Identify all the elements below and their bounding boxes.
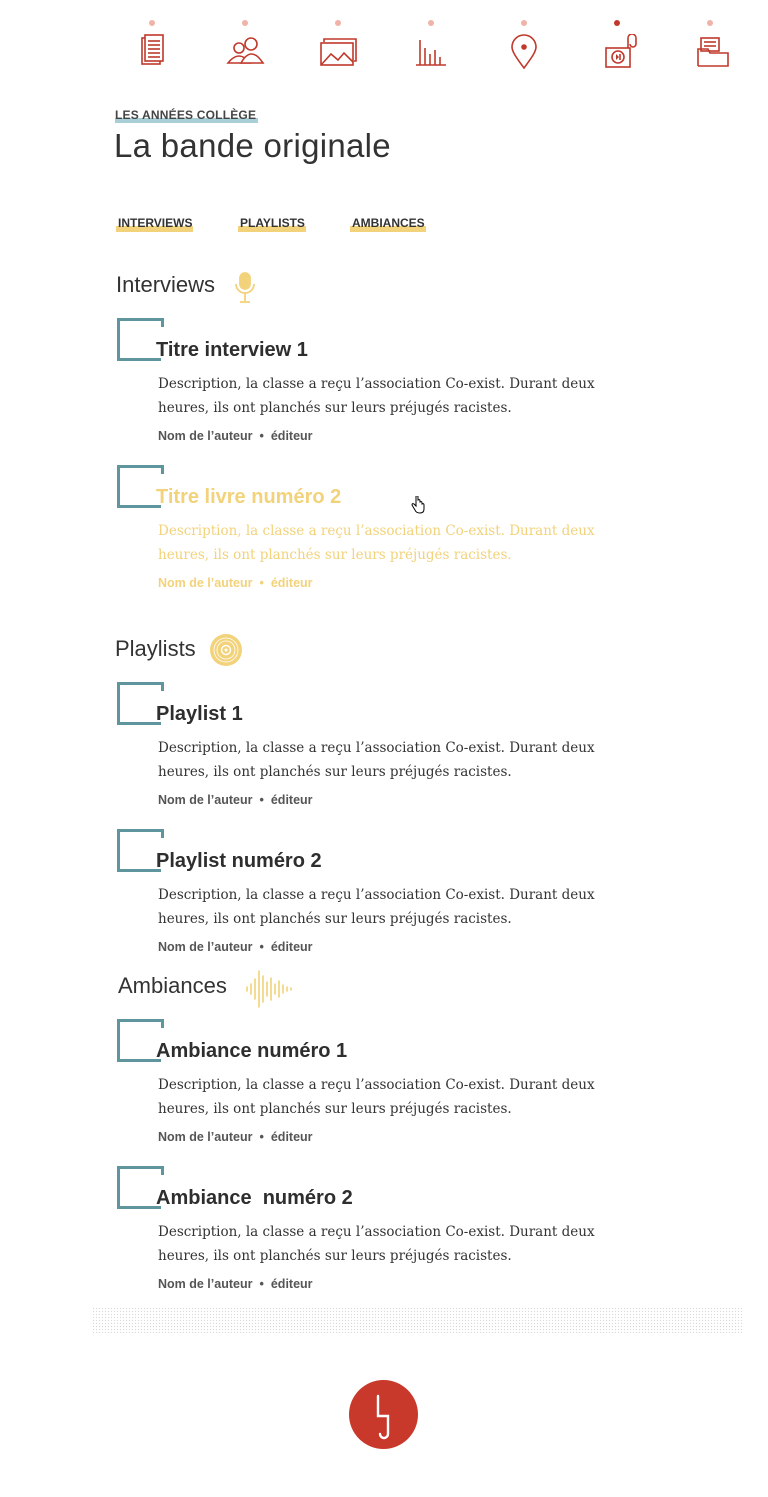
item-description: Description, la classe a reçu l’associat… <box>158 523 595 563</box>
folder-icon <box>690 34 730 70</box>
nav-item-stats[interactable] <box>407 18 455 74</box>
item-thumbnail <box>117 1019 164 1062</box>
item-title[interactable]: Titre livre numéro 2 <box>156 486 341 509</box>
nav-item-people[interactable] <box>221 18 269 74</box>
tab-interviews[interactable]: INTERVIEWS <box>116 216 194 232</box>
item-author: Nom de l’auteur <box>158 1130 253 1144</box>
item-description: Description, la classe a reçu l’associat… <box>158 1224 595 1264</box>
brand-logo[interactable] <box>349 1380 418 1449</box>
tab-ambiances[interactable]: AMBIANCES <box>350 216 426 232</box>
item-thumbnail <box>117 1166 164 1209</box>
item-description: Description, la classe a reçu l’associat… <box>158 1077 595 1117</box>
nav-dot-active <box>614 20 620 26</box>
item-thumbnail <box>117 318 164 361</box>
nav-item-articles[interactable] <box>128 18 176 74</box>
item-description: Description, la classe a reçu l’associat… <box>158 376 595 416</box>
nav-dot <box>242 20 248 26</box>
item-meta: Nom de l’auteur • éditeur <box>158 1277 313 1291</box>
nav-dot <box>521 20 527 26</box>
page-title: La bande originale <box>114 127 391 164</box>
item-author: Nom de l’auteur <box>158 940 253 954</box>
item-title[interactable]: Playlist numéro 2 <box>156 850 322 873</box>
item-title[interactable]: Ambiance numéro 2 <box>156 1187 353 1210</box>
item-role: éditeur <box>270 1130 313 1144</box>
nav-dot <box>335 20 341 26</box>
item-meta: Nom de l’auteur • éditeur <box>158 793 313 807</box>
vinyl-disc-icon <box>209 633 243 672</box>
meta-separator: • <box>259 1277 264 1291</box>
item-meta: Nom de l’auteur • éditeur <box>158 576 313 590</box>
item-title[interactable]: Titre interview 1 <box>156 339 308 362</box>
meta-separator: • <box>259 940 264 954</box>
item-author: Nom de l’auteur <box>158 793 253 807</box>
nav-item-archives[interactable] <box>686 18 734 74</box>
item-title[interactable]: Ambiance numéro 1 <box>156 1040 347 1063</box>
item-author: Nom de l’auteur <box>158 576 253 590</box>
audio-player-icon <box>597 34 637 70</box>
item-meta: Nom de l’auteur • éditeur <box>158 940 313 954</box>
hand-pointer-cursor-icon <box>410 495 426 514</box>
item-author: Nom de l’auteur <box>158 429 253 443</box>
people-icon <box>225 34 265 70</box>
item-role: éditeur <box>270 793 313 807</box>
item-role: éditeur <box>270 940 313 954</box>
bar-chart-icon <box>411 34 451 70</box>
nav-item-gallery[interactable] <box>314 18 362 74</box>
item-role: éditeur <box>270 1277 313 1291</box>
list-item[interactable]: Ambiance numéro 1 Description, la classe… <box>117 1019 637 1149</box>
meta-separator: • <box>259 429 264 443</box>
list-item[interactable]: Ambiance numéro 2 Description, la classe… <box>117 1166 637 1296</box>
item-author: Nom de l’auteur <box>158 1277 253 1291</box>
dotted-divider <box>92 1307 744 1333</box>
top-navigation <box>0 0 768 80</box>
item-meta: Nom de l’auteur • éditeur <box>158 1130 313 1144</box>
meta-separator: • <box>259 1130 264 1144</box>
list-item[interactable]: Playlist 1 Description, la classe a reçu… <box>117 682 637 812</box>
nav-item-map[interactable] <box>500 18 548 74</box>
item-description: Description, la classe a reçu l’associat… <box>158 740 595 780</box>
nav-item-audio[interactable] <box>593 18 641 74</box>
meta-separator: • <box>259 793 264 807</box>
list-item[interactable]: Titre interview 1 Description, la classe… <box>117 318 637 448</box>
section-kicker: LES ANNÉES COLLÈGE <box>115 108 259 123</box>
tab-playlists[interactable]: PLAYLISTS <box>238 216 306 232</box>
microphone-icon <box>233 272 257 309</box>
nav-dot <box>149 20 155 26</box>
newspaper-icon <box>132 34 172 70</box>
item-thumbnail <box>117 682 164 725</box>
section-heading-ambiances: Ambiances <box>118 973 227 998</box>
soundwave-icon <box>245 970 293 1013</box>
list-item[interactable]: Playlist numéro 2 Description, la classe… <box>117 829 637 959</box>
item-title[interactable]: Playlist 1 <box>156 703 243 726</box>
item-description: Description, la classe a reçu l’associat… <box>158 887 595 927</box>
item-meta: Nom de l’auteur • éditeur <box>158 429 313 443</box>
location-pin-icon <box>504 34 544 70</box>
meta-separator: • <box>259 576 264 590</box>
item-thumbnail <box>117 829 164 872</box>
section-heading-interviews: Interviews <box>116 272 216 297</box>
section-heading-playlists: Playlists <box>115 636 196 661</box>
nav-dot <box>428 20 434 26</box>
nav-dot <box>707 20 713 26</box>
list-item-hover[interactable]: Titre livre numéro 2 Description, la cla… <box>117 465 637 595</box>
item-thumbnail <box>117 465 164 508</box>
images-icon <box>318 34 358 70</box>
item-role: éditeur <box>270 429 313 443</box>
item-role: éditeur <box>270 576 313 590</box>
